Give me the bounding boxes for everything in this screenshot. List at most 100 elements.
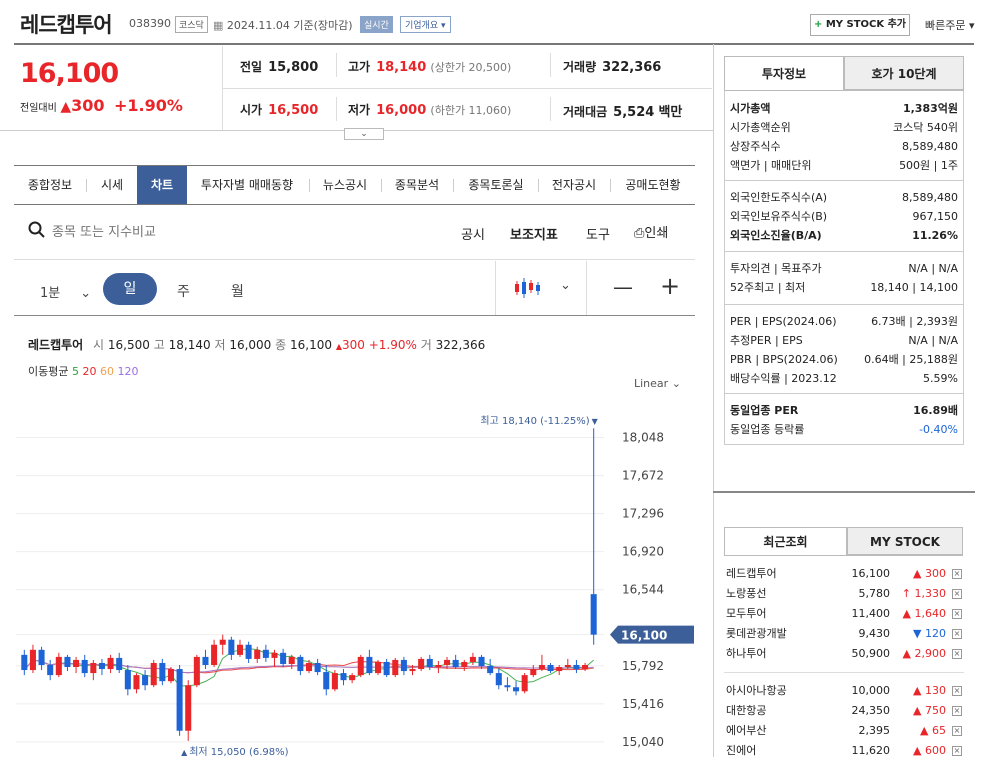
- tab-investor[interactable]: 투자자별 매매동향: [187, 166, 307, 204]
- price-chart[interactable]: 18,048 17,672 17,296 16,920 16,544 15,792 15,4…: [14, 400, 704, 757]
- price-change: 전일대비 ▲300 +1.90%: [20, 96, 183, 115]
- recent-stock-row[interactable]: 노랑풍선 5,780 ↑ 1,330 ×: [724, 585, 962, 603]
- realtime-badge[interactable]: 실시간: [360, 16, 393, 33]
- recent-stock-row[interactable]: 아시아나항공 10,000 ▲ 130 ×: [724, 682, 962, 700]
- up-triangle-icon: ▲: [181, 748, 188, 757]
- base-date-text: 2024.11.04 기준(장마감): [226, 19, 353, 32]
- period-week-button[interactable]: 주: [177, 281, 190, 301]
- chevron-down-icon[interactable]: ⌄: [560, 278, 571, 293]
- expand-chevron-icon[interactable]: ⌄: [344, 128, 384, 140]
- y-tick-label: 15,792: [622, 659, 664, 673]
- divider: [586, 261, 587, 315]
- info-row: 상장주식수 8,589,480: [730, 138, 958, 156]
- zoom-out-icon[interactable]: —: [613, 275, 633, 299]
- tab-mystock[interactable]: MY STOCK: [847, 527, 963, 555]
- candle-body: [392, 659, 399, 676]
- close-icon[interactable]: ×: [952, 746, 962, 756]
- printer-icon: ⎙: [634, 226, 645, 241]
- divider: [724, 555, 963, 556]
- tab-summary[interactable]: 종합정보: [14, 166, 86, 204]
- close-icon[interactable]: ×: [952, 706, 962, 716]
- y-tick-label: 18,048: [622, 431, 664, 445]
- y-tick-label: 15,040: [622, 735, 664, 749]
- close-icon[interactable]: ×: [952, 609, 962, 619]
- candle-body: [219, 639, 226, 645]
- chevron-down-icon: ▾: [968, 19, 975, 32]
- recent-stock-row[interactable]: 에어부산 2,395 ▲ 65 ×: [724, 722, 962, 740]
- close-icon[interactable]: ×: [952, 649, 962, 659]
- candle-body: [142, 675, 149, 686]
- minute-select[interactable]: 1분 ⌄: [40, 282, 91, 301]
- period-day-button[interactable]: 일: [103, 273, 157, 305]
- info-value: 0.64배 | 25,188원: [864, 353, 958, 366]
- candle-type-icon[interactable]: [514, 277, 540, 302]
- close-icon[interactable]: ×: [952, 589, 962, 599]
- company-overview-label: 기업개요: [405, 21, 439, 31]
- candle-body: [331, 673, 338, 690]
- close-icon[interactable]: ×: [952, 569, 962, 579]
- recent-stock-price: 24,350: [851, 704, 891, 717]
- scale-select[interactable]: Linear ⌄: [634, 377, 681, 390]
- zoom-in-icon[interactable]: +: [660, 272, 680, 300]
- info-label: 외국인소진율(B/A): [730, 229, 822, 242]
- info-label: 추정PER | EPS: [730, 334, 803, 347]
- close-icon[interactable]: ×: [952, 629, 962, 639]
- info-row: 외국인보유주식수(B) 967,150: [730, 208, 958, 226]
- compare-search-input[interactable]: [52, 220, 272, 244]
- close-icon[interactable]: ×: [952, 726, 962, 736]
- recent-stock-row[interactable]: 대한항공 24,350 ▲ 750 ×: [724, 702, 962, 720]
- candle-body: [288, 656, 295, 664]
- info-value: N/A | N/A: [908, 262, 958, 275]
- candle-body: [81, 659, 88, 674]
- moving-average-legend[interactable]: 이동평균 5 20 60 120: [28, 363, 138, 379]
- candle-body: [245, 644, 252, 659]
- candle-body: [236, 644, 244, 655]
- recent-stock-name: 레드캡투어: [726, 567, 777, 580]
- minute-label: 1분: [40, 286, 61, 301]
- close-icon[interactable]: ×: [952, 686, 962, 696]
- section-divider: [713, 491, 975, 493]
- tab-analysis[interactable]: 종목분석: [382, 166, 452, 204]
- recent-stock-row[interactable]: 하나투어 50,900 ▲ 2,900 ×: [724, 645, 962, 663]
- recent-stock-change: ▲ 300: [913, 567, 946, 580]
- candle-body: [202, 656, 209, 665]
- tab-order-book[interactable]: 호가 10단계: [844, 56, 964, 90]
- main-tabs: 종합정보 시세 차트 투자자별 매매동향 뉴스공시 종목분석 종목토론실 전자공…: [14, 165, 695, 205]
- tab-discussion[interactable]: 종목토론실: [454, 166, 538, 204]
- candle-body: [211, 644, 218, 665]
- period-month-button[interactable]: 월: [231, 281, 244, 301]
- tab-invest-info[interactable]: 투자정보: [724, 56, 844, 90]
- tab-quote[interactable]: 시세: [87, 166, 137, 204]
- tab-recent[interactable]: 최근조회: [724, 527, 847, 555]
- candle-body: [29, 649, 36, 671]
- tab-short-selling[interactable]: 공매도현황: [611, 166, 695, 204]
- disclosure-button[interactable]: 공시: [461, 224, 485, 243]
- header-divider: [14, 43, 974, 45]
- info-label: 액면가 | 매매단위: [730, 159, 812, 172]
- recent-stock-change: ▲ 750: [913, 704, 946, 717]
- candle-body: [452, 659, 459, 668]
- recent-stock-change: ↑ 1,330: [901, 587, 946, 600]
- indicator-button[interactable]: 보조지표: [510, 224, 558, 243]
- print-button[interactable]: ⎙인쇄: [634, 222, 668, 241]
- recent-stock-row[interactable]: 진에어 11,620 ▲ 600 ×: [724, 742, 962, 760]
- tab-news[interactable]: 뉴스공시: [310, 166, 380, 204]
- company-overview-button[interactable]: 기업개요 ▾: [400, 16, 451, 33]
- add-mystock-button[interactable]: + MY STOCK 추가: [810, 14, 910, 36]
- quote-open: 시가 16,500: [240, 103, 319, 118]
- chevron-down-icon: ⌄: [671, 377, 681, 390]
- quote-amount: 거래대금 5,524 백만: [563, 105, 683, 120]
- tab-chart[interactable]: 차트: [137, 166, 187, 204]
- quick-order-button[interactable]: 빠른주문 ▾: [925, 17, 975, 33]
- scale-label: Linear: [634, 377, 669, 390]
- tab-disclosure[interactable]: 전자공시: [539, 166, 609, 204]
- quote-low: 저가 16,000 (하한가 11,060): [348, 103, 512, 118]
- stock-title: 레드캡투어: [20, 13, 113, 37]
- recent-stock-row[interactable]: 레드캡투어 16,100 ▲ 300 ×: [724, 565, 962, 583]
- candle-body: [64, 656, 71, 668]
- tools-button[interactable]: 도구: [586, 224, 610, 243]
- recent-stock-row[interactable]: 롯데관광개발 9,430 ▼ 120 ×: [724, 625, 962, 643]
- divider: [724, 393, 964, 394]
- recent-stock-row[interactable]: 모두투어 11,400 ▲ 1,640 ×: [724, 605, 962, 623]
- recent-stock-name: 대한항공: [726, 704, 767, 717]
